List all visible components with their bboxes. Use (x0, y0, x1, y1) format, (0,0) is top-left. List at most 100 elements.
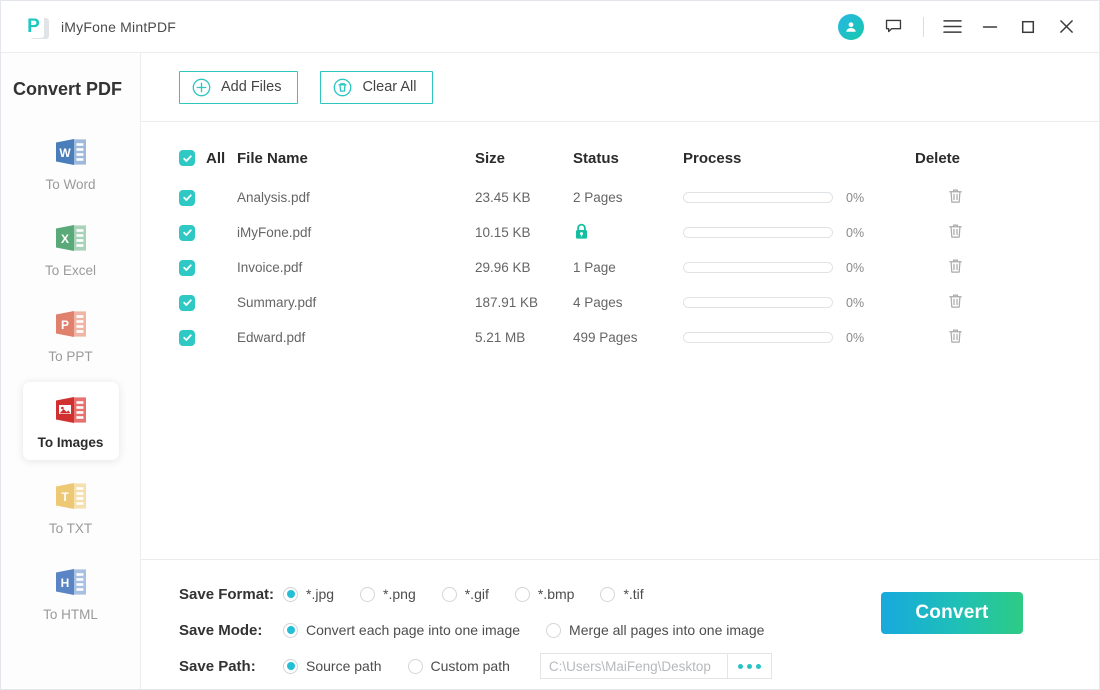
sidebar-item-to-excel[interactable]: X To Excel (23, 210, 119, 288)
progress-percent: 0% (846, 260, 865, 275)
format-option-png[interactable]: *.png (360, 586, 416, 602)
convert-button[interactable]: Convert (881, 592, 1023, 634)
row-checkbox[interactable] (179, 224, 195, 241)
sidebar-title: Convert PDF (13, 79, 123, 99)
radio-png[interactable] (360, 586, 376, 602)
progress-percent: 0% (846, 295, 865, 310)
mode-option-merge[interactable]: Merge all pages into one image (546, 622, 764, 638)
cell-file-name: Summary.pdf (237, 295, 317, 310)
cell-file-name: Invoice.pdf (237, 260, 303, 275)
radio-source-path[interactable] (283, 658, 298, 674)
select-all-checkbox[interactable] (179, 150, 195, 166)
html-doc-icon: H (54, 566, 88, 598)
sidebar-item-label: To HTML (43, 607, 98, 622)
format-option-bmp[interactable]: *.bmp (514, 586, 574, 602)
cell-file-name: Analysis.pdf (237, 190, 310, 205)
table-row: Invoice.pdf 29.96 KB 1 Page 0% (179, 250, 1099, 285)
path-field (539, 653, 772, 679)
cell-status: 1 Page (573, 260, 616, 275)
save-path-label: Save Path: (179, 657, 256, 675)
trash-circle-icon (334, 78, 352, 96)
add-files-label: Add Files (221, 79, 282, 95)
table-row: Summary.pdf 187.91 KB 4 Pages 0% (179, 285, 1099, 320)
hamburger-menu-icon[interactable] (933, 7, 971, 47)
lock-icon (573, 223, 590, 244)
file-toolbar: Add Files Clear All (141, 53, 1099, 121)
mode-option-each-page[interactable]: Convert each page into one image (283, 622, 520, 638)
radio-each-page[interactable] (283, 622, 298, 638)
account-icon[interactable] (830, 7, 872, 47)
radio-tif[interactable] (600, 586, 616, 602)
save-path-input[interactable] (540, 654, 727, 678)
cell-size: 187.91 KB (475, 295, 539, 310)
delete-icon[interactable] (947, 187, 964, 208)
sidebar-item-to-images[interactable]: To Images (22, 382, 119, 460)
path-option-custom[interactable]: Custom path (407, 658, 510, 674)
cell-status (573, 222, 683, 244)
progress-bar (683, 297, 833, 308)
browse-path-button[interactable] (726, 654, 771, 678)
radio-custom-path[interactable] (407, 658, 423, 674)
logo-letter: P (27, 15, 40, 37)
row-checkbox[interactable] (179, 259, 195, 276)
toolbar-divider (923, 16, 924, 37)
settings-panel: Save Format: *.jpg *.png *.gif *.bmp *.t… (141, 559, 1099, 689)
radio-bmp[interactable] (514, 586, 530, 602)
sidebar-item-to-word[interactable]: W To Word (23, 124, 119, 202)
title-bar: P iMyFone MintPDF (1, 1, 1099, 53)
radio-merge[interactable] (546, 622, 562, 638)
progress-percent: 0% (846, 225, 865, 240)
sidebar: Convert PDF W To Word X To Excel P To PP… (1, 53, 141, 689)
title-bar-controls (830, 7, 1085, 47)
cell-size: 29.96 KB (475, 260, 531, 275)
format-option-gif[interactable]: *.gif (441, 586, 489, 602)
column-header-file-name: File Name (237, 149, 308, 167)
word-doc-icon: W (54, 136, 88, 168)
svg-text:H: H (60, 576, 69, 590)
sidebar-item-label: To Word (45, 177, 96, 192)
delete-icon[interactable] (947, 257, 964, 278)
row-checkbox[interactable] (179, 329, 195, 346)
radio-gif[interactable] (441, 586, 457, 602)
close-icon[interactable] (1047, 7, 1085, 47)
progress-percent: 0% (846, 330, 865, 345)
cell-file-name: iMyFone.pdf (237, 225, 312, 240)
progress-percent: 0% (846, 190, 865, 205)
row-checkbox[interactable] (179, 189, 195, 206)
delete-icon[interactable] (947, 222, 964, 243)
sidebar-item-to-ppt[interactable]: P To PPT (23, 296, 119, 374)
svg-text:X: X (60, 232, 68, 246)
progress-bar (683, 262, 833, 273)
delete-icon[interactable] (947, 327, 964, 348)
add-files-button[interactable]: Add Files (179, 70, 299, 104)
format-option-label: *.gif (464, 586, 489, 602)
feedback-icon[interactable] (872, 7, 914, 47)
sidebar-item-to-txt[interactable]: T To TXT (23, 468, 119, 546)
svg-text:W: W (59, 146, 71, 160)
sidebar-item-to-html[interactable]: H To HTML (23, 554, 119, 632)
sidebar-nav: W To Word X To Excel P To PPT To Images … (1, 124, 140, 632)
maximize-icon[interactable] (1009, 7, 1047, 47)
ppt-doc-icon: P (54, 308, 88, 340)
app-window: P iMyFone MintPDF Convert PDF W To Word … (0, 0, 1100, 690)
path-option-source[interactable]: Source path (283, 658, 382, 674)
format-option-tif[interactable]: *.tif (600, 586, 644, 602)
mode-option-label: Convert each page into one image (306, 622, 521, 638)
mode-option-label: Merge all pages into one image (569, 622, 765, 638)
clear-all-button[interactable]: Clear All (320, 70, 434, 104)
minimize-icon[interactable] (971, 7, 1009, 47)
cell-file-name: Edward.pdf (237, 330, 306, 345)
radio-jpg[interactable] (283, 586, 298, 602)
delete-icon[interactable] (947, 292, 964, 313)
format-option-label: *.tif (623, 586, 644, 602)
excel-doc-icon: X (54, 222, 88, 254)
row-checkbox[interactable] (179, 294, 195, 311)
svg-text:P: P (60, 318, 68, 332)
path-option-label: Source path (306, 658, 382, 674)
sidebar-item-label: To Images (37, 435, 104, 450)
file-list: All File Name Size Status Process Delete… (141, 121, 1099, 559)
select-all-cell[interactable]: All (179, 150, 237, 167)
column-header-status: Status (573, 149, 619, 167)
table-header-row: All File Name Size Status Process Delete (179, 136, 1099, 180)
format-option-jpg[interactable]: *.jpg (283, 586, 334, 602)
